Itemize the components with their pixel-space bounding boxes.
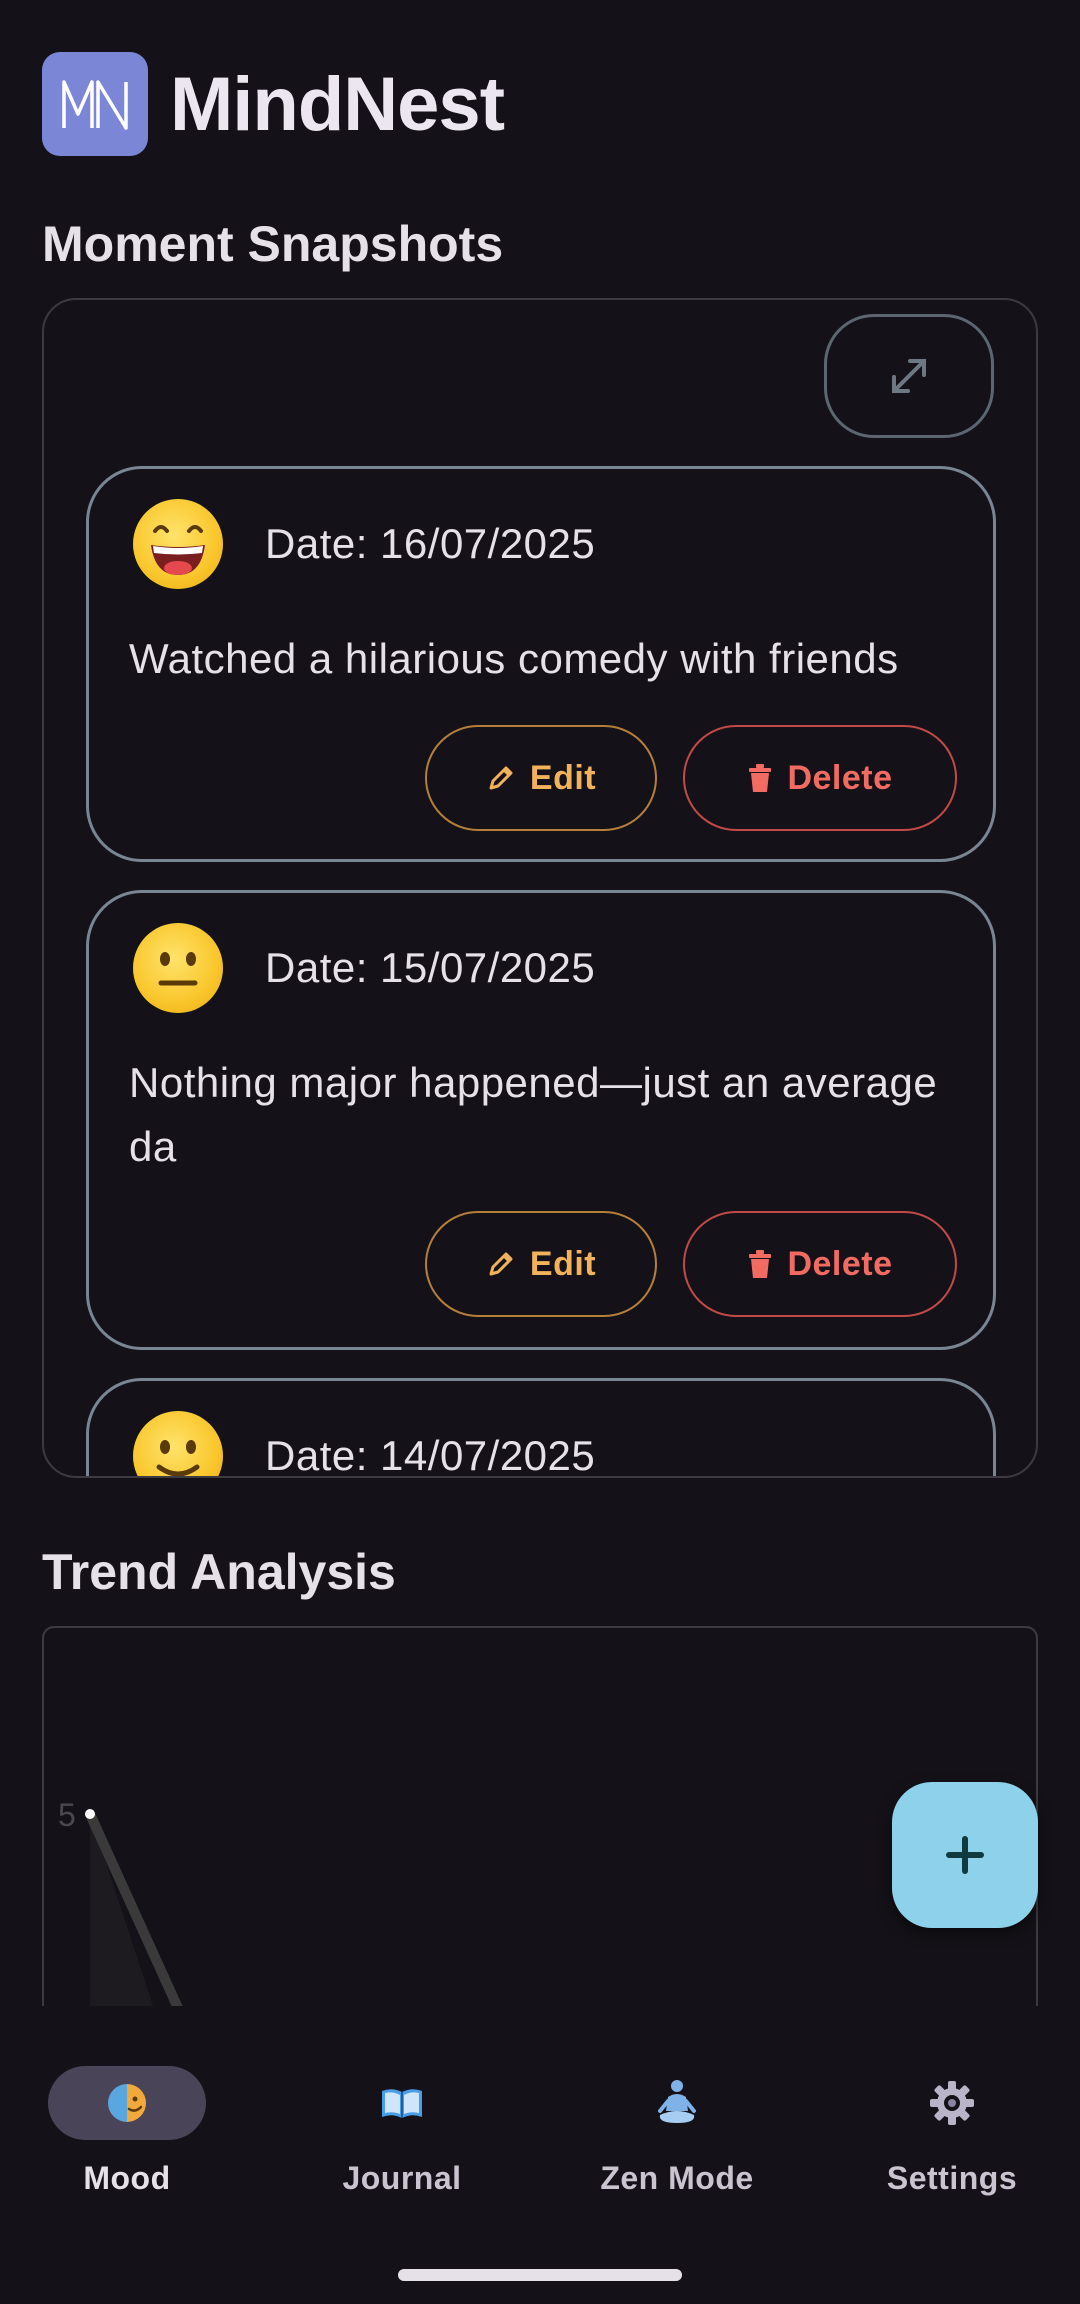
expand-button[interactable] (824, 314, 994, 438)
edit-button[interactable]: Edit (425, 725, 657, 831)
snapshot-note: Nothing major happened—just an average d… (129, 1059, 938, 1170)
nav-label: Mood (83, 2160, 171, 2196)
snapshot-date: Date: 14/07/2025 (265, 1432, 596, 1478)
nav-label: Zen Mode (600, 2160, 754, 2196)
delete-button[interactable]: Delete (683, 725, 957, 831)
snapshot-header: Date: 15/07/2025 (133, 923, 595, 1013)
pencil-icon (489, 766, 513, 790)
add-entry-button[interactable] (892, 1782, 1038, 1928)
app-title: MindNest (170, 61, 505, 147)
nav-item-zen-mode[interactable]: Zen Mode (567, 2066, 787, 2197)
trash-icon (749, 1250, 772, 1278)
open-book-icon (382, 2089, 422, 2118)
plus-icon (946, 1836, 984, 1874)
logo-monogram-icon (62, 80, 128, 130)
nav-item-settings[interactable]: Settings (842, 2066, 1062, 2197)
trend-section-title: Trend Analysis (42, 1544, 396, 1600)
mood-face-icon (108, 2084, 146, 2122)
app-header: MindNest (42, 52, 505, 156)
edit-label: Edit (529, 1244, 597, 1283)
edit-button[interactable]: Edit (425, 1211, 657, 1317)
snapshot-card: Date: 15/07/2025 Nothing major happened—… (86, 890, 996, 1350)
edit-label: Edit (529, 758, 597, 797)
home-indicator[interactable] (398, 2269, 682, 2281)
snapshot-note: Watched a hilarious comedy with friends (129, 635, 899, 682)
pencil-icon (489, 1252, 513, 1276)
nav-item-journal[interactable]: Journal (292, 2066, 512, 2197)
gear-icon (930, 2081, 974, 2125)
delete-label: Delete (787, 758, 893, 797)
snapshots-section-title: Moment Snapshots (42, 216, 504, 272)
nav-indicator (48, 2066, 206, 2140)
y-tick-label: 5 (58, 1797, 76, 1833)
snapshot-header: Date: 16/07/2025 (133, 499, 595, 589)
trash-icon (749, 764, 772, 792)
app-logo (42, 52, 148, 156)
neutral-face-icon (133, 923, 223, 1013)
expand-diagonal-icon (892, 359, 926, 393)
snapshot-date: Date: 15/07/2025 (265, 944, 596, 991)
snapshot-date: Date: 16/07/2025 (265, 520, 596, 567)
nav-label: Journal (342, 2160, 462, 2196)
snapshot-card: Date: 16/07/2025 Watched a hilarious com… (86, 466, 996, 862)
delete-label: Delete (787, 1244, 893, 1283)
nav-item-mood[interactable]: Mood (17, 2066, 237, 2197)
slight-smile-face-icon (133, 1411, 223, 1476)
snapshot-card: Date: 14/07/2025 (86, 1378, 996, 1478)
bottom-navigation: Mood Journal Zen Mode Settings (0, 2006, 1080, 2304)
nav-label: Settings (886, 2160, 1018, 2196)
meditation-icon (658, 2080, 696, 2123)
snapshots-panel[interactable]: Date: 16/07/2025 Watched a hilarious com… (42, 298, 1038, 1478)
delete-button[interactable]: Delete (683, 1211, 957, 1317)
grinning-face-icon (133, 499, 223, 589)
snapshot-header: Date: 14/07/2025 (133, 1411, 596, 1478)
trend-point (85, 1809, 95, 1819)
mood-screen: MindNest Moment Snapshots Date: 16/07/20… (0, 0, 1080, 2304)
